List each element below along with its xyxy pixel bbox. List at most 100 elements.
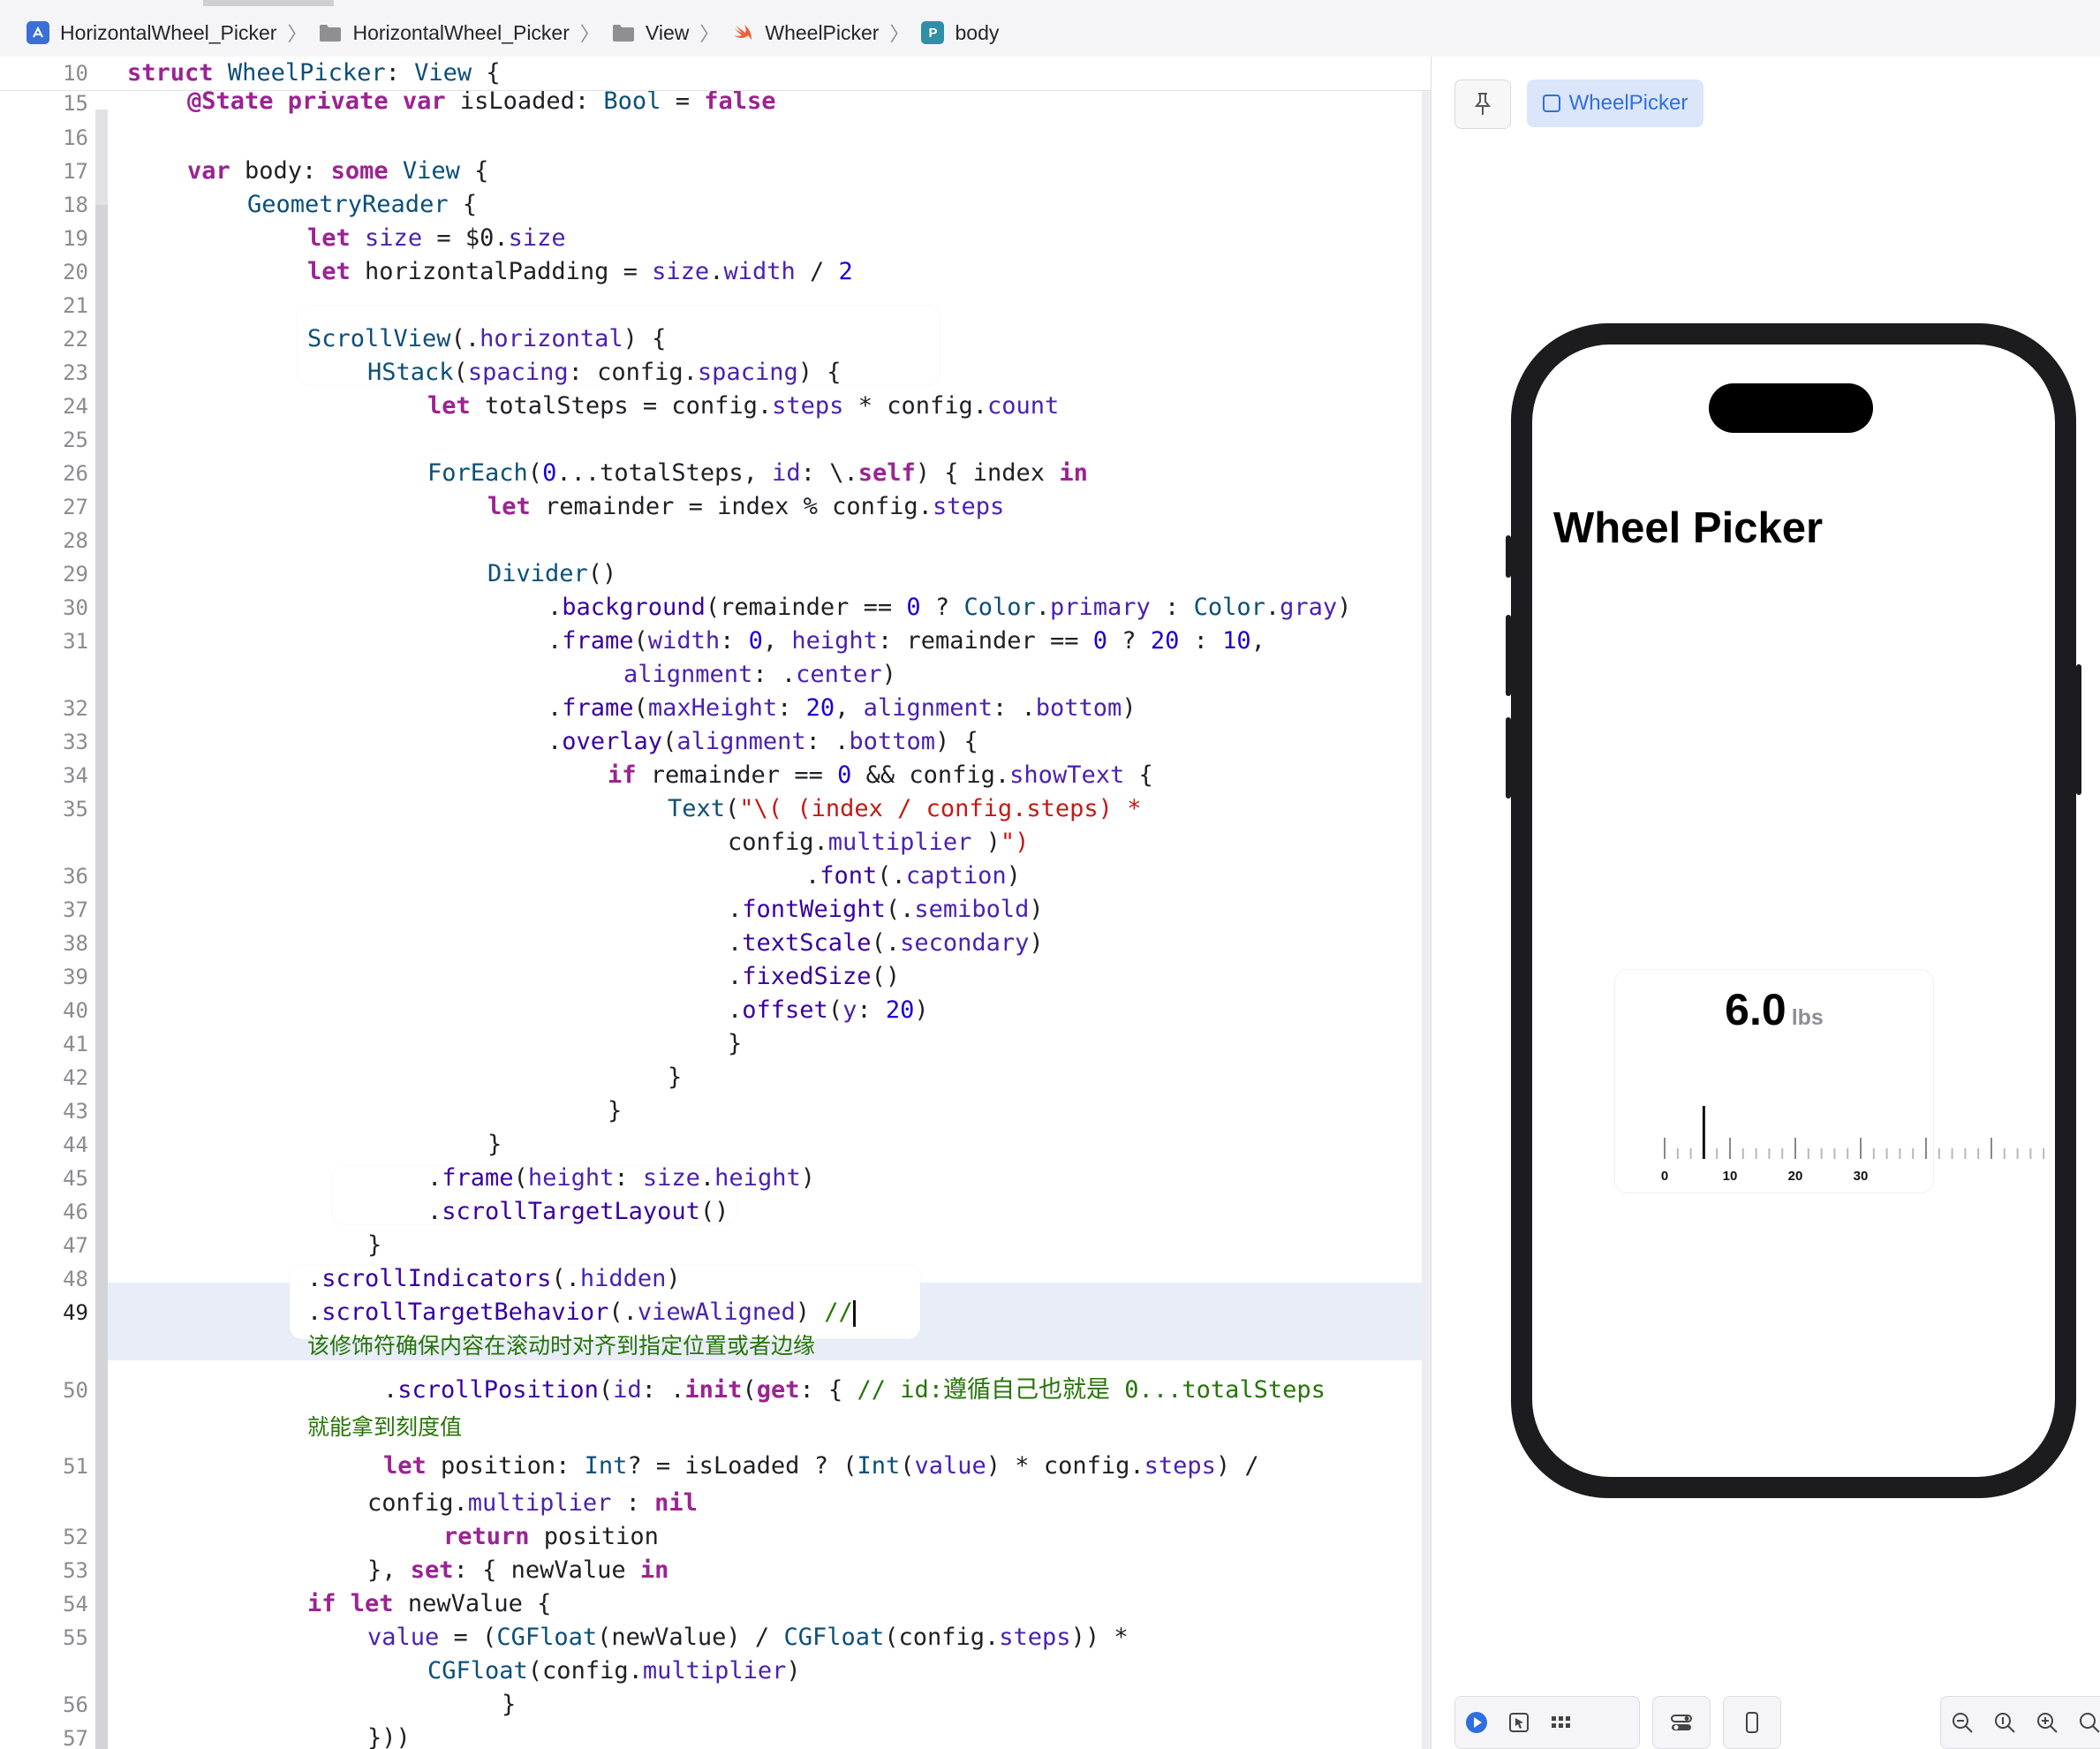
code-line: let remainder = index % config.steps <box>487 493 1005 520</box>
selectable-icon <box>1509 1713 1529 1732</box>
editor-scroll-track[interactable] <box>1422 57 1431 1749</box>
line-number: 15 <box>63 91 88 116</box>
device-picker-button[interactable] <box>1731 1701 1773 1744</box>
preview-name-chip[interactable]: WheelPicker <box>1527 80 1703 127</box>
code-line: ScrollView(.horizontal) { <box>307 325 667 352</box>
zoom-in-button[interactable] <box>2026 1701 2068 1744</box>
app-icon <box>26 21 49 44</box>
folder-icon <box>612 21 635 44</box>
preview-icon <box>1542 95 1560 112</box>
variants-icon <box>1552 1716 1570 1728</box>
line-number: 32 <box>63 696 88 721</box>
code-editor[interactable]: 15 @State private var isLoaded: Bool = f… <box>0 57 1431 1749</box>
code-line: .frame(width: 0, height: remainder == 0 … <box>548 627 1265 655</box>
zoom-out-icon <box>1953 1713 1973 1733</box>
code-line: 该修饰符确保内容在滚动时对齐到指定位置或者边缘 <box>307 1333 816 1359</box>
breadcrumb-label: HorizontalWheel_Picker <box>60 20 277 44</box>
breadcrumb-item-view-folder[interactable]: View 〉 <box>612 19 731 47</box>
sticky-scope-header[interactable]: 10 struct WheelPicker: View { <box>0 57 1431 91</box>
zoom-100-button[interactable] <box>1983 1701 2026 1744</box>
code-line: .fontWeight(.semibold) <box>728 896 1044 923</box>
line-number: 26 <box>63 461 88 486</box>
line-number: 46 <box>63 1200 88 1224</box>
line-number: 34 <box>63 763 88 788</box>
zoom-fit-button[interactable] <box>2068 1701 2100 1744</box>
navigation-title: Wheel Picker <box>1553 504 1824 552</box>
live-preview-button[interactable] <box>1455 1701 1498 1744</box>
code-line: alignment: .center) <box>623 661 896 688</box>
line-number: 41 <box>63 1032 88 1056</box>
line-number: 27 <box>63 495 88 519</box>
code-line: .scrollTargetLayout() <box>427 1198 729 1225</box>
picker-unit: lbs <box>1791 1005 1824 1030</box>
zoom-controls <box>1940 1696 2100 1749</box>
iphone-frame: Wheel Picker 6.0 lbs 0 10 20 30 <box>1506 323 2081 1498</box>
code-line: } <box>487 1131 502 1158</box>
pin-icon <box>1474 93 1492 115</box>
tab-indicator <box>203 0 334 6</box>
line-number: 47 <box>63 1233 88 1258</box>
line-number: 56 <box>63 1692 88 1717</box>
code-line: .frame(maxHeight: 20, alignment: .bottom… <box>548 694 1137 722</box>
line-number: 23 <box>63 360 88 385</box>
breadcrumb-separator: 〉 <box>889 23 910 45</box>
line-number: 57 <box>63 1726 88 1749</box>
line-number: 49 <box>63 1300 88 1325</box>
folder-icon <box>319 21 342 44</box>
line-number: 43 <box>63 1099 88 1124</box>
line-number: 20 <box>63 260 88 284</box>
breadcrumb-item-group[interactable]: HorizontalWheel_Picker 〉 <box>319 19 611 47</box>
preview-canvas: WheelPicker Wheel Picker 6.0 lbs 0 10 20 30 <box>1431 57 2100 1749</box>
text-cursor <box>852 1299 856 1327</box>
selectable-mode-button[interactable] <box>1498 1701 1540 1744</box>
breadcrumb-separator: 〉 <box>699 23 720 45</box>
line-number: 17 <box>63 159 88 184</box>
wheel-picker-card[interactable]: 6.0 lbs <box>1615 970 1933 1192</box>
code-line: config.multiplier : nil <box>367 1489 698 1517</box>
line-number: 29 <box>63 562 88 587</box>
line-number: 40 <box>63 998 88 1023</box>
code-line: } <box>502 1691 517 1718</box>
zoom-out-button[interactable] <box>1941 1701 1983 1744</box>
live-preview-icon <box>1466 1712 1487 1733</box>
breadcrumb-item-file[interactable]: WheelPicker 〉 <box>731 19 921 47</box>
variants-button[interactable] <box>1540 1701 1583 1744</box>
code-line: .overlay(alignment: .bottom) { <box>548 728 978 755</box>
code-line: .scrollTargetBehavior(.viewAligned) // <box>307 1296 856 1329</box>
line-number: 38 <box>63 931 88 956</box>
line-number: 18 <box>63 193 88 217</box>
code-line: config.multiplier )") <box>728 829 1030 856</box>
breadcrumb-item-project[interactable]: HorizontalWheel_Picker 〉 <box>26 19 319 47</box>
line-number: 25 <box>63 428 88 452</box>
mute-switch <box>1506 535 1511 578</box>
line-number: 19 <box>63 226 88 251</box>
code-line: let horizontalPadding = size.width / 2 <box>307 258 853 285</box>
code-line: return position <box>443 1523 659 1550</box>
breadcrumb-item-symbol[interactable]: P body <box>921 21 999 45</box>
line-number: 55 <box>63 1625 88 1650</box>
line-number: 51 <box>63 1454 88 1479</box>
line-number: 33 <box>63 730 88 754</box>
line-number: 35 <box>63 797 88 822</box>
preview-mode-controls <box>1454 1696 1640 1749</box>
code-line: struct WheelPicker: View { <box>127 59 501 87</box>
line-number: 24 <box>63 394 88 419</box>
jump-bar: HorizontalWheel_Picker 〉 HorizontalWheel… <box>0 0 2100 57</box>
line-number: 45 <box>63 1166 88 1191</box>
code-line: value = (CGFloat(newValue) / CGFloat(con… <box>367 1624 1129 1651</box>
code-line: .font(.caption) <box>805 862 1021 890</box>
device-settings-button[interactable] <box>1660 1701 1703 1744</box>
picker-value: 6.0 <box>1725 985 1787 1034</box>
breadcrumb-label: HorizontalWheel_Picker <box>352 20 570 44</box>
code-line: .background(remainder == 0 ? Color.prima… <box>548 594 1352 621</box>
pin-preview-button[interactable] <box>1454 80 1511 129</box>
code-line: }, set: { newValue in <box>367 1556 669 1584</box>
code-line: let size = $0.size <box>307 224 566 252</box>
line-number: 39 <box>63 965 88 989</box>
device-screen: Wheel Picker 6.0 lbs 0 10 20 30 <box>1532 344 2055 1477</box>
device-picker-group <box>1723 1696 1781 1749</box>
line-number: 44 <box>63 1132 88 1157</box>
code-folding-ribbon <box>95 205 108 1749</box>
code-line: ForEach(0...totalSteps, id: \.self) { in… <box>427 459 1088 487</box>
breadcrumb-label: View <box>645 20 690 44</box>
